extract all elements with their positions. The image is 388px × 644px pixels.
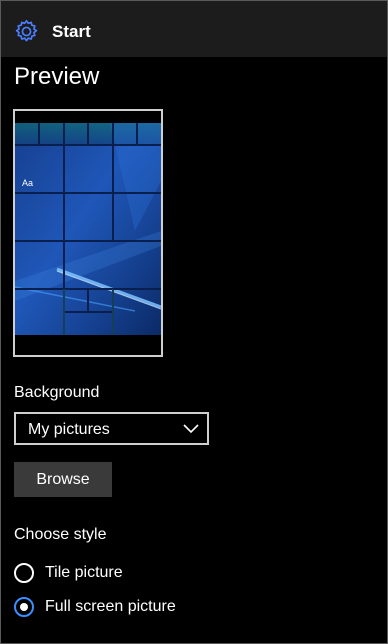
radio-tile-picture-label: Tile picture [45,564,123,581]
gear-icon [15,19,38,42]
choose-style-label: Choose style [14,526,107,543]
background-dropdown-value: My pictures [28,421,110,438]
background-label: Background [14,384,100,401]
chevron-down-icon [183,424,199,434]
start-preview-image: Aa [13,109,163,357]
browse-button[interactable]: Browse [14,462,112,497]
background-dropdown[interactable]: My pictures [14,412,209,445]
preview-heading: Preview [14,63,100,90]
preview-tile-label: Aa [22,178,33,188]
app-window: Start Preview Aa Background My pictures … [0,0,388,644]
start-screen-preview: Aa [15,111,161,355]
title-bar: Start [1,1,387,57]
radio-button-checked[interactable] [14,597,34,617]
radio-selected-dot [20,603,28,611]
app-title: Start [52,22,91,41]
radio-full-screen-picture-label: Full screen picture [45,598,176,615]
radio-button-unchecked[interactable] [14,563,34,583]
